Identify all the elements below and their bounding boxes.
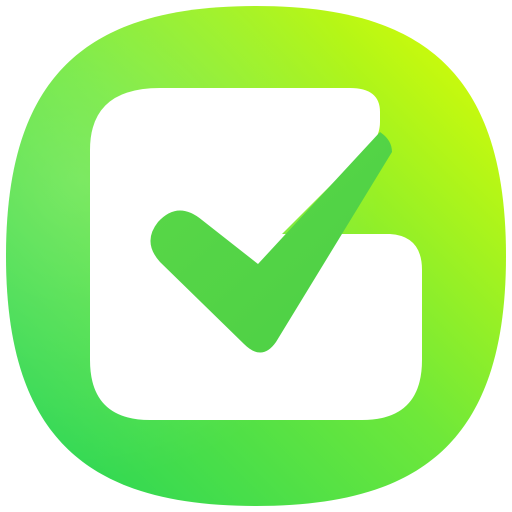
app-icon[interactable] — [0, 0, 512, 512]
checkbox-frame — [90, 88, 422, 420]
checkbox-checked-icon — [6, 6, 506, 506]
